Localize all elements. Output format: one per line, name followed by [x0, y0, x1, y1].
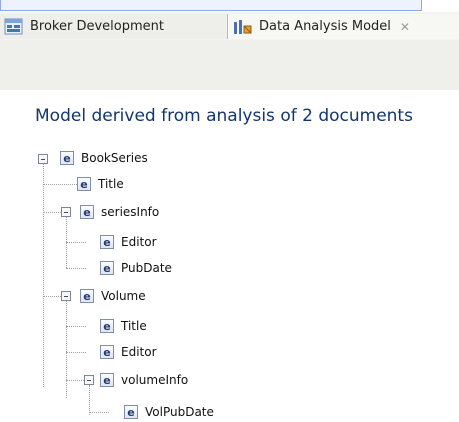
element-e-icon: e	[100, 261, 114, 275]
tab-label-data-analysis-model: Data Analysis Model	[259, 19, 391, 34]
model-title: Model derived from analysis of 2 documen…	[35, 106, 413, 126]
tree-connector	[66, 242, 86, 243]
tree-connector	[66, 352, 86, 353]
tree-collapse-toggle[interactable]	[61, 291, 71, 301]
tree-connector	[43, 184, 77, 185]
tree-connector	[89, 385, 90, 415]
tab-label-broker-development: Broker Development	[30, 19, 164, 34]
element-e-icon: e	[80, 205, 94, 219]
tree-node-label: seriesInfo	[101, 205, 160, 219]
tree-node-pubdate[interactable]: e PubDate	[100, 258, 172, 278]
element-e-icon: e	[124, 405, 138, 419]
model-content: Model derived from analysis of 2 documen…	[0, 90, 459, 420]
tree-connector	[43, 212, 61, 213]
tab-broker-development[interactable]: Broker Development	[0, 14, 228, 39]
tree-node-volume[interactable]: e Volume	[80, 286, 146, 306]
top-accent-frame	[0, 0, 459, 12]
element-e-icon: e	[77, 177, 91, 191]
tree-node-label: BookSeries	[81, 151, 148, 165]
tree-node-label: PubDate	[121, 261, 172, 275]
element-e-icon: e	[100, 345, 114, 359]
close-icon[interactable]: ✕	[400, 20, 410, 34]
tree-connector	[43, 296, 61, 297]
editor-tab-bar: Broker Development Data Analysis Model ✕	[0, 12, 459, 41]
tree-connector	[66, 326, 86, 327]
tree-connector	[66, 301, 67, 398]
accent-bar	[0, 0, 422, 11]
tree-connector	[66, 268, 86, 269]
tree-node-title[interactable]: e Title	[100, 316, 147, 336]
tree-node-label: VolPubDate	[145, 405, 214, 419]
tree-connector	[43, 164, 44, 387]
tree-node-label: Title	[98, 177, 124, 191]
element-e-icon: e	[100, 373, 114, 387]
broker-development-icon	[4, 18, 23, 34]
tree-node-label: Editor	[121, 345, 157, 359]
tree-node-label: Title	[121, 319, 147, 333]
tree-node-bookseries[interactable]: e BookSeries	[60, 148, 148, 168]
tree-node-label: Editor	[121, 235, 157, 249]
tree-connector	[89, 412, 109, 413]
tree-node-seriesinfo[interactable]: e seriesInfo	[80, 202, 159, 222]
tree-node-volumeinfo[interactable]: e volumeInfo	[100, 370, 188, 390]
element-e-icon: e	[100, 235, 114, 249]
tree-collapse-toggle[interactable]	[38, 154, 48, 164]
tree-node-label: volumeInfo	[121, 373, 189, 387]
tree-collapse-toggle[interactable]	[61, 207, 71, 217]
tree-node-title[interactable]: e Title	[77, 174, 124, 194]
tree-node-volpubdate[interactable]: e VolPubDate	[124, 402, 214, 422]
element-e-icon: e	[60, 151, 74, 165]
tree-node-editor[interactable]: e Editor	[100, 232, 157, 252]
data-analysis-model-icon	[234, 19, 252, 34]
tree-node-label: Volume	[101, 289, 146, 303]
element-e-icon: e	[100, 319, 114, 333]
element-e-icon: e	[80, 289, 94, 303]
tree-node-editor[interactable]: e Editor	[100, 342, 157, 362]
tree-connector	[66, 380, 84, 381]
tree-collapse-toggle[interactable]	[84, 375, 94, 385]
tab-data-analysis-model[interactable]: Data Analysis Model ✕	[228, 14, 459, 39]
editor-toolbar-area	[0, 40, 459, 90]
